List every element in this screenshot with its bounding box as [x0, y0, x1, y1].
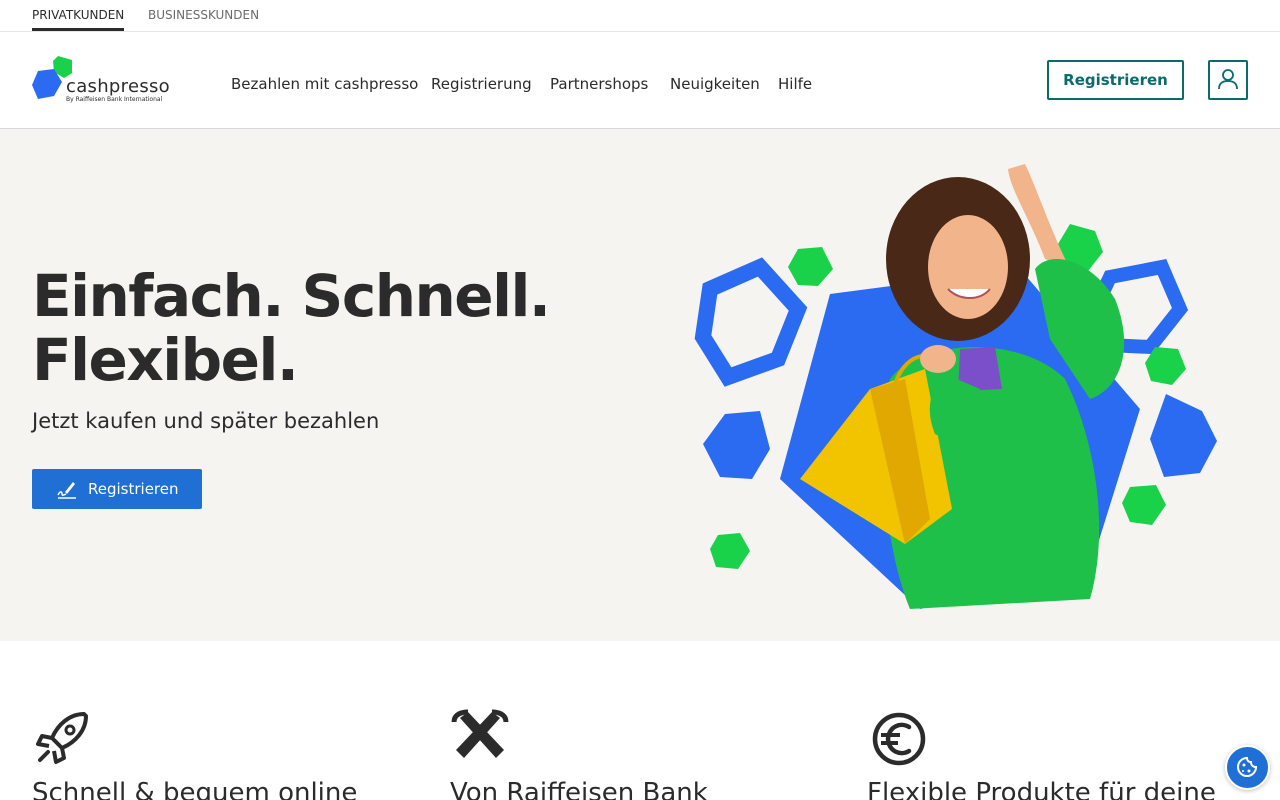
- rocket-icon: [36, 712, 88, 764]
- signature-icon: [57, 482, 76, 499]
- hero-illustration: [694, 164, 1217, 609]
- hero-title: Einfach. Schnell. Flexibel.: [32, 262, 551, 394]
- feature-flexible-title: Flexible Produkte für deine: [867, 778, 1216, 800]
- feature-fast-title: Schnell & bequem online: [32, 778, 358, 800]
- hero-subtitle: Jetzt kaufen und später bezahlen: [32, 409, 380, 433]
- hero-section: Einfach. Schnell. Flexibel. Jetzt kaufen…: [0, 129, 1280, 641]
- segment-private[interactable]: PRIVATKUNDEN: [32, 8, 124, 22]
- segment-business[interactable]: BUSINESSKUNDEN: [148, 8, 259, 22]
- nav-bezahlen[interactable]: Bezahlen mit cashpresso: [231, 75, 418, 93]
- cashpresso-logo[interactable]: cashpresso By Raiffeisen Bank Internatio…: [32, 56, 172, 106]
- feature-fast: Schnell & bequem online: [32, 708, 392, 800]
- raiffeisen-gable-icon: [451, 709, 509, 758]
- account-button[interactable]: [1208, 60, 1248, 100]
- header-register-button[interactable]: Registrieren: [1047, 60, 1184, 100]
- segment-active-indicator: [32, 28, 124, 31]
- feature-flexible: Flexible Produkte für deine: [867, 708, 1227, 800]
- logo-wordmark: cashpresso: [66, 76, 170, 97]
- nav-registrierung[interactable]: Registrierung: [431, 75, 532, 93]
- customer-segment-bar: PRIVATKUNDEN BUSINESSKUNDEN: [0, 0, 1280, 32]
- hero-title-line2: Flexibel.: [32, 326, 299, 394]
- hero-title-line1: Einfach. Schnell.: [32, 262, 551, 330]
- nav-hilfe[interactable]: Hilfe: [778, 75, 812, 93]
- user-icon: [1218, 69, 1238, 90]
- nav-partnershops[interactable]: Partnershops: [550, 75, 648, 93]
- hero-register-label: Registrieren: [88, 480, 179, 498]
- hero-register-button[interactable]: Registrieren: [32, 469, 202, 509]
- main-header: cashpresso By Raiffeisen Bank Internatio…: [0, 32, 1280, 129]
- feature-raiffeisen: Von Raiffeisen Bank: [450, 708, 810, 800]
- cookie-settings-button[interactable]: [1225, 745, 1270, 790]
- logo-tagline: By Raiffeisen Bank International: [66, 96, 163, 103]
- nav-neuigkeiten[interactable]: Neuigkeiten: [670, 75, 760, 93]
- cookie-icon: [1236, 756, 1258, 778]
- euro-icon: [872, 712, 926, 766]
- feature-raiffeisen-title: Von Raiffeisen Bank: [450, 778, 708, 800]
